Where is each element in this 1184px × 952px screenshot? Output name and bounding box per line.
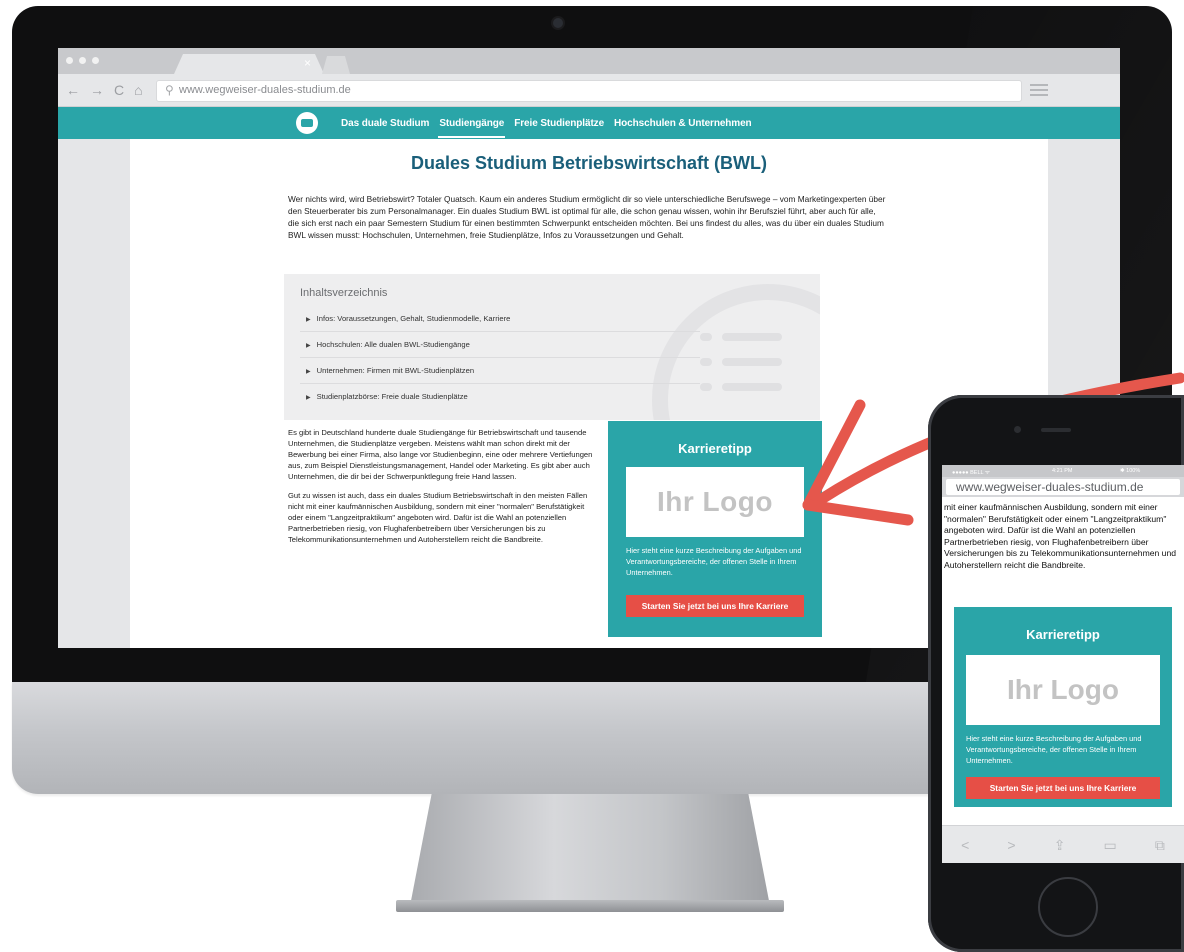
phone-body-text: mit einer kaufmännischen Ausbildung, son… bbox=[944, 502, 1177, 570]
carrier-text: ●●●●● BELL ᯤ bbox=[952, 470, 990, 476]
iphone-frame: ●●●●● BELL ᯤ 4:21 PM ✱ 100% www.wegweise… bbox=[928, 395, 1184, 952]
toc-decoration-dot bbox=[700, 383, 712, 391]
nav-item-studiengaenge[interactable]: Studiengänge bbox=[438, 118, 506, 138]
bookmarks-icon[interactable]: ▭ bbox=[1104, 837, 1117, 854]
toc-item-label[interactable]: Studienplatzbörse: Freie duale Studienpl… bbox=[317, 392, 468, 401]
toc-title: Inhaltsverzeichnis bbox=[300, 287, 388, 299]
caret-right-icon: ▶ bbox=[306, 369, 311, 375]
career-cta-button[interactable]: Starten Sie jetzt bei uns Ihre Karriere bbox=[626, 595, 804, 617]
caret-right-icon: ▶ bbox=[306, 395, 311, 401]
phone-screen: ●●●●● BELL ᯤ 4:21 PM ✱ 100% www.wegweise… bbox=[942, 465, 1184, 863]
toc-decoration-dot bbox=[700, 358, 712, 366]
toc-item-label[interactable]: Hochschulen: Alle dualen BWL-Studiengäng… bbox=[317, 340, 470, 349]
nav-items: Das duale Studium Studiengänge Freie Stu… bbox=[340, 107, 753, 139]
phone-address-bar: www.wegweiser-duales-studium.de bbox=[942, 477, 1184, 497]
nav-item-freie-studienplaetze[interactable]: Freie Studienplätze bbox=[513, 118, 605, 129]
karrieretipp-box: Karrieretipp Ihr Logo Hier steht eine ku… bbox=[608, 421, 822, 637]
caret-right-icon: ▶ bbox=[306, 343, 311, 349]
logo-placeholder-text: Ihr Logo bbox=[657, 486, 773, 517]
toc-decoration-line bbox=[722, 358, 782, 366]
karrieretipp-description: Hier steht eine kurze Beschreibung der A… bbox=[626, 546, 802, 577]
toc-decoration-dot bbox=[700, 333, 712, 341]
new-tab-button[interactable] bbox=[322, 56, 350, 74]
nav-buttons: ← → C ⌂ bbox=[66, 80, 143, 100]
imac-stand-base bbox=[396, 900, 784, 912]
toc-item[interactable]: ▶ Unternehmen: Firmen mit BWL-Studienplät… bbox=[300, 358, 700, 384]
back-icon[interactable]: < bbox=[961, 837, 969, 853]
site-logo[interactable] bbox=[296, 112, 318, 134]
zoom-window-dot[interactable] bbox=[92, 57, 99, 64]
phone-karrieretipp-title: Karrieretipp bbox=[1026, 627, 1100, 642]
phone-logo-placeholder: Ihr Logo bbox=[966, 655, 1160, 725]
phone-career-cta-button[interactable]: Starten Sie jetzt bei uns Ihre Karriere bbox=[966, 777, 1160, 799]
page-title: Duales Studium Betriebswirtschaft (BWL) bbox=[410, 153, 768, 173]
address-url[interactable]: www.wegweiser-duales-studium.de bbox=[179, 84, 351, 96]
toc-item[interactable]: ▶ Infos: Voraussetzungen, Gehalt, Studien… bbox=[300, 306, 700, 332]
phone-status-bar: ●●●●● BELL ᯤ 4:21 PM ✱ 100% bbox=[942, 465, 1184, 477]
toc-item-label[interactable]: Infos: Voraussetzungen, Gehalt, Studienm… bbox=[317, 314, 511, 323]
toc-decoration-line bbox=[722, 333, 782, 341]
body-paragraph: Es gibt in Deutschland hunderte duale St… bbox=[288, 428, 593, 481]
back-icon[interactable]: ← bbox=[66, 80, 80, 100]
nav-item-duales-studium[interactable]: Das duale Studium bbox=[340, 118, 430, 129]
toc-item[interactable]: ▶ Studienplatzbörse: Freie duale Studienp… bbox=[300, 384, 700, 409]
phone-browser-toolbar: < > ⇪ ▭ ⧉ bbox=[942, 825, 1184, 863]
toc-item[interactable]: ▶ Hochschulen: Alle dualen BWL-Studiengän… bbox=[300, 332, 700, 358]
reload-icon[interactable]: C bbox=[114, 80, 124, 100]
search-icon: ⚲ bbox=[165, 83, 174, 97]
window-controls[interactable] bbox=[66, 57, 99, 64]
imac-stand bbox=[410, 794, 770, 906]
forward-icon[interactable]: → bbox=[90, 80, 104, 100]
site-navigation: Das duale Studium Studiengänge Freie Stu… bbox=[58, 107, 1120, 139]
browser-tab[interactable] bbox=[174, 54, 324, 74]
tabs-icon[interactable]: ⧉ bbox=[1155, 837, 1165, 854]
battery-text: ✱ 100% bbox=[1120, 468, 1141, 474]
logo-placeholder: Ihr Logo bbox=[626, 467, 804, 537]
tab-close-icon[interactable]: × bbox=[304, 56, 311, 70]
browser-toolbar: ← → C ⌂ ⚲ www.wegweiser-duales-studium.d… bbox=[58, 74, 1120, 107]
phone-karrieretipp-box: Karrieretipp Ihr Logo Hier steht eine ku… bbox=[954, 607, 1172, 807]
address-bar[interactable]: ⚲ www.wegweiser-duales-studium.de bbox=[156, 80, 1022, 102]
caret-right-icon: ▶ bbox=[306, 317, 311, 323]
table-of-contents: Inhaltsverzeichnis ▶ Infos: Voraussetzung… bbox=[284, 274, 820, 420]
page-content: Duales Studium Betriebswirtschaft (BWL) … bbox=[130, 139, 1048, 648]
phone-karrieretipp-description: Hier steht eine kurze Beschreibung der A… bbox=[966, 734, 1142, 765]
phone-logo-placeholder-text: Ihr Logo bbox=[1007, 674, 1119, 705]
body-paragraph: Gut zu wissen ist auch, dass ein duales … bbox=[288, 491, 588, 544]
clock-text: 4:21 PM bbox=[1052, 468, 1073, 474]
share-icon[interactable]: ⇪ bbox=[1054, 837, 1066, 854]
nav-item-hochschulen-unternehmen[interactable]: Hochschulen & Unternehmen bbox=[613, 118, 753, 129]
close-window-dot[interactable] bbox=[66, 57, 73, 64]
home-button[interactable] bbox=[1038, 877, 1098, 937]
minimize-window-dot[interactable] bbox=[79, 57, 86, 64]
intro-paragraph: Wer nichts wird, wird Betriebswirt? Tota… bbox=[288, 194, 886, 240]
browser-tabbar: × bbox=[58, 48, 1120, 74]
body-text: Es gibt in Deutschland hunderte duale St… bbox=[288, 427, 594, 553]
toc-decoration-line bbox=[722, 383, 782, 391]
home-icon[interactable]: ⌂ bbox=[134, 80, 142, 100]
karrieretipp-title: Karrieretipp bbox=[678, 441, 752, 456]
phone-url[interactable]: www.wegweiser-duales-studium.de bbox=[946, 479, 1180, 495]
menu-icon[interactable] bbox=[1030, 80, 1048, 100]
camera-icon bbox=[553, 18, 563, 28]
toc-list: ▶ Infos: Voraussetzungen, Gehalt, Studien… bbox=[300, 306, 700, 409]
forward-icon[interactable]: > bbox=[1007, 837, 1015, 853]
speaker-grille bbox=[1041, 428, 1071, 432]
front-camera-icon bbox=[1014, 426, 1021, 433]
toc-item-label[interactable]: Unternehmen: Firmen mit BWL-Studienplätz… bbox=[317, 366, 474, 375]
